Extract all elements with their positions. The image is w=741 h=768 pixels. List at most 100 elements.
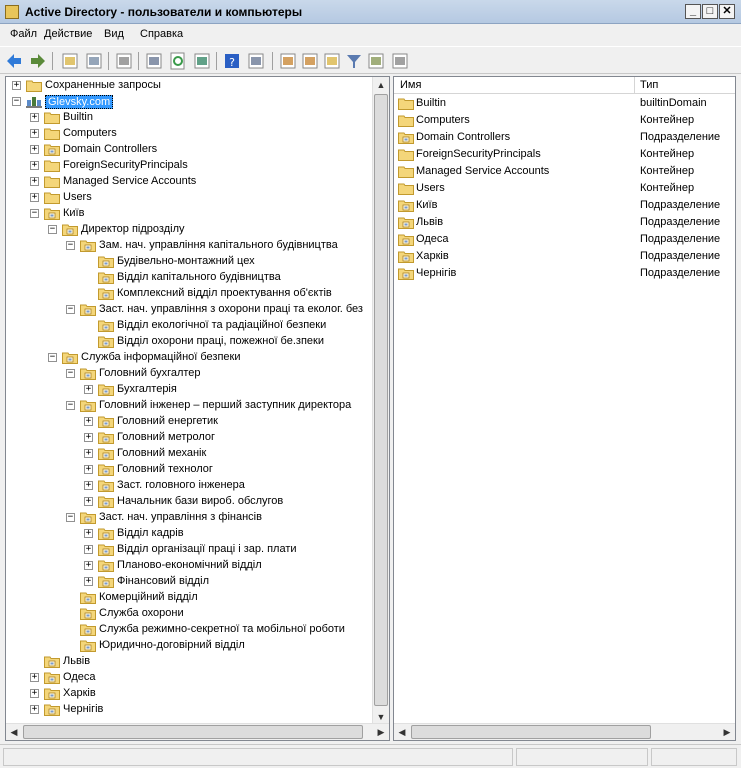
- tree-item[interactable]: + Domain Controllers: [6, 142, 372, 158]
- menu-view[interactable]: Вид: [104, 28, 124, 40]
- tree-item[interactable]: + Головний технолог: [6, 462, 372, 478]
- column-header-name[interactable]: Имя: [400, 79, 421, 91]
- collapse-icon[interactable]: −: [30, 209, 39, 218]
- tree-item[interactable]: Комплексний відділ проектування об'єктів: [6, 286, 372, 302]
- tree-item[interactable]: Комерційний відділ: [6, 590, 372, 606]
- tree-item[interactable]: + Бухгалтерія: [6, 382, 372, 398]
- filter-icon[interactable]: [344, 51, 364, 71]
- tree-item[interactable]: Відділ екологічної та радіаційної безпек…: [6, 318, 372, 334]
- tree-item[interactable]: + Відділ організації праці і зар. плати: [6, 542, 372, 558]
- details-list[interactable]: Имя Тип ◀ ▶ Builtin builtinDomain Computer…: [393, 76, 736, 741]
- menu-file[interactable]: Файл: [10, 28, 37, 40]
- console-tree-icon[interactable]: [84, 51, 104, 71]
- console-tree[interactable]: ▲ ▼ ◀ ▶ + Сохраненные запросы − Glevsky.com…: [5, 76, 390, 741]
- tree-item[interactable]: Відділ капітального будівництва: [6, 270, 372, 286]
- list-item[interactable]: ForeignSecurityPrincipals Контейнер: [394, 146, 735, 163]
- list-item[interactable]: Київ Подразделение: [394, 197, 735, 214]
- list-item[interactable]: Львів Подразделение: [394, 214, 735, 231]
- tree-horizontal-scrollbar[interactable]: ◀ ▶: [6, 723, 389, 740]
- tree-item[interactable]: + ForeignSecurityPrincipals: [6, 158, 372, 174]
- collapse-icon[interactable]: −: [66, 305, 75, 314]
- expand-icon[interactable]: +: [30, 145, 39, 154]
- list-item[interactable]: Builtin builtinDomain: [394, 95, 735, 112]
- expand-icon[interactable]: +: [84, 465, 93, 474]
- expand-icon[interactable]: +: [30, 161, 39, 170]
- tree-item[interactable]: + Managed Service Accounts: [6, 174, 372, 190]
- tree-item[interactable]: − Заст. нач. управління з охорони праці т…: [6, 302, 372, 318]
- tree-vertical-scrollbar[interactable]: ▲ ▼: [372, 77, 389, 725]
- list-horizontal-scrollbar[interactable]: ◀ ▶: [394, 723, 735, 740]
- tree-item[interactable]: − Заст. нач. управління з фінансів: [6, 510, 372, 526]
- expand-icon[interactable]: +: [30, 113, 39, 122]
- scroll-right-icon[interactable]: ▶: [719, 724, 735, 740]
- tree-item[interactable]: Служба режимно-секретної та мобільної ро…: [6, 622, 372, 638]
- list-item[interactable]: Харків Подразделение: [394, 248, 735, 265]
- tree-item[interactable]: + Головний механік: [6, 446, 372, 462]
- expand-icon[interactable]: +: [30, 177, 39, 186]
- tree-item[interactable]: + Заст. головного інженера: [6, 478, 372, 494]
- title-bar[interactable]: Active Directory - пользователи и компью…: [0, 0, 741, 24]
- collapse-icon[interactable]: −: [66, 401, 75, 410]
- refresh-icon[interactable]: [168, 51, 188, 71]
- list-item[interactable]: Managed Service Accounts Контейнер: [394, 163, 735, 180]
- delegate-icon[interactable]: [390, 51, 410, 71]
- expand-icon[interactable]: +: [84, 545, 93, 554]
- scroll-up-icon[interactable]: ▲: [373, 77, 389, 93]
- tree-item[interactable]: + Чернігів: [6, 702, 372, 718]
- expand-icon[interactable]: +: [30, 689, 39, 698]
- tree-item[interactable]: Служба охорони: [6, 606, 372, 622]
- expand-icon[interactable]: +: [84, 417, 93, 426]
- close-button[interactable]: ✕: [719, 4, 735, 19]
- expand-icon[interactable]: +: [30, 193, 39, 202]
- tree-item[interactable]: Львів: [6, 654, 372, 670]
- list-item[interactable]: Чернігів Подразделение: [394, 265, 735, 282]
- tree-item[interactable]: + Головний енергетик: [6, 414, 372, 430]
- forward-arrow-icon[interactable]: [28, 51, 48, 71]
- back-arrow-icon[interactable]: [4, 51, 24, 71]
- expand-icon[interactable]: +: [84, 449, 93, 458]
- tree-item[interactable]: + Фінансовий відділ: [6, 574, 372, 590]
- list-item[interactable]: Users Контейнер: [394, 180, 735, 197]
- tree-item[interactable]: + Начальник бази вироб. обслугов: [6, 494, 372, 510]
- new-ou-icon[interactable]: [322, 51, 342, 71]
- collapse-icon[interactable]: −: [66, 513, 75, 522]
- tree-item[interactable]: − Зам. нач. управління капітального будів…: [6, 238, 372, 254]
- tree-item[interactable]: − Київ: [6, 206, 372, 222]
- menu-help[interactable]: Справка: [140, 28, 183, 40]
- tree-item[interactable]: + Users: [6, 190, 372, 206]
- expand-icon[interactable]: +: [30, 673, 39, 682]
- scroll-thumb[interactable]: [411, 725, 651, 739]
- collapse-icon[interactable]: −: [48, 353, 57, 362]
- list-item[interactable]: Одеса Подразделение: [394, 231, 735, 248]
- tree-item[interactable]: + Планово-економічний відділ: [6, 558, 372, 574]
- expand-icon[interactable]: +: [84, 481, 93, 490]
- tree-item[interactable]: + Сохраненные запросы: [6, 78, 372, 94]
- tree-item[interactable]: − Головний інженер – перший заступник дир…: [6, 398, 372, 414]
- scroll-left-icon[interactable]: ◀: [394, 724, 410, 740]
- tree-item[interactable]: − Директор підрозділу: [6, 222, 372, 238]
- tree-item[interactable]: + Головний метролог: [6, 430, 372, 446]
- expand-icon[interactable]: +: [84, 497, 93, 506]
- show-pane-icon[interactable]: [246, 51, 266, 71]
- list-item[interactable]: Domain Controllers Подразделение: [394, 129, 735, 146]
- collapse-icon[interactable]: −: [48, 225, 57, 234]
- clipboard-icon[interactable]: [114, 51, 134, 71]
- tree-item[interactable]: Будівельно-монтажний цех: [6, 254, 372, 270]
- find-icon[interactable]: [366, 51, 386, 71]
- collapse-icon[interactable]: −: [66, 369, 75, 378]
- expand-icon[interactable]: +: [30, 705, 39, 714]
- tree-item[interactable]: Відділ охорони праці, пожежної бе.зпеки: [6, 334, 372, 350]
- tree-item[interactable]: − Glevsky.com: [6, 94, 372, 110]
- expand-icon[interactable]: +: [84, 577, 93, 586]
- expand-icon[interactable]: +: [30, 129, 39, 138]
- column-divider[interactable]: [634, 77, 635, 94]
- expand-icon[interactable]: +: [84, 385, 93, 394]
- export-list-icon[interactable]: [192, 51, 212, 71]
- collapse-icon[interactable]: −: [12, 97, 21, 106]
- collapse-icon[interactable]: −: [66, 241, 75, 250]
- minimize-button[interactable]: _: [685, 4, 701, 19]
- tree-item[interactable]: + Одеса: [6, 670, 372, 686]
- menu-action[interactable]: Действие: [44, 28, 92, 40]
- tree-item[interactable]: + Computers: [6, 126, 372, 142]
- scroll-thumb[interactable]: [374, 94, 388, 706]
